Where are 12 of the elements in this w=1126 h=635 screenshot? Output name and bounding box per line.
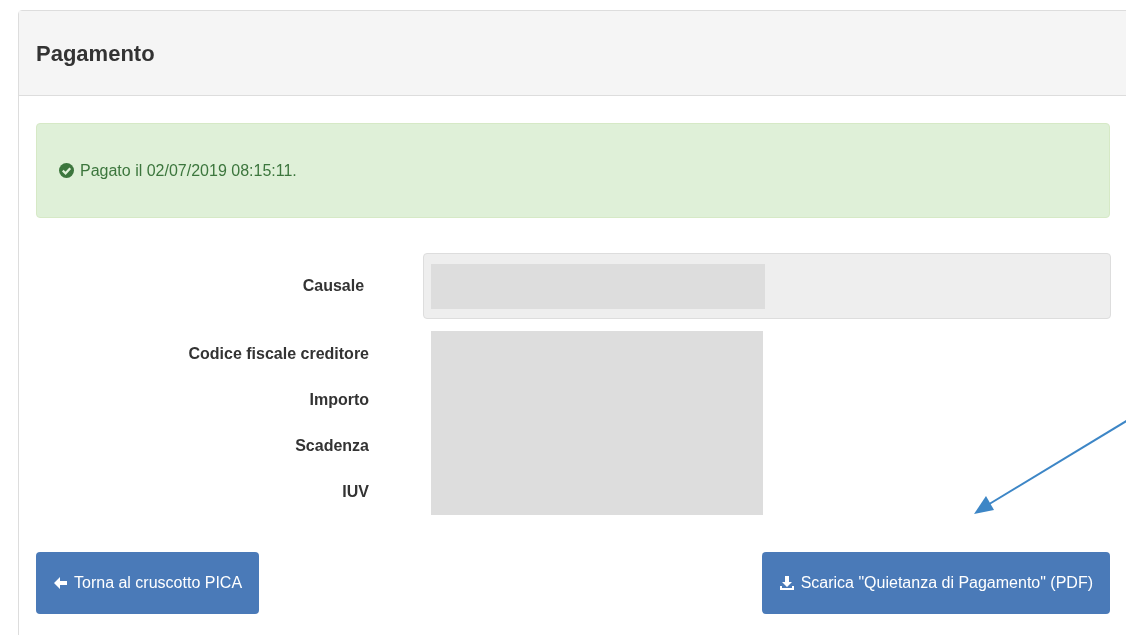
- check-circle-icon: [59, 163, 74, 178]
- field-label: Causale: [302, 276, 365, 296]
- panel-title: Pagamento: [36, 39, 155, 68]
- field-label: Importo: [309, 390, 369, 410]
- field-label: IUV: [342, 482, 369, 502]
- back-button[interactable]: Torna al cruscotto PICA: [36, 552, 260, 614]
- download-icon: [778, 575, 795, 591]
- download-button[interactable]: Scarica "Quietanza di Pagamento" (PDF): [761, 552, 1110, 614]
- alert-text: Pagato il 02/07/2019 08:15:11.: [80, 160, 297, 181]
- field-label: Scadenza: [295, 436, 369, 456]
- field-label: Codice fiscale creditore: [188, 344, 369, 364]
- arrow-left-icon: [53, 576, 68, 590]
